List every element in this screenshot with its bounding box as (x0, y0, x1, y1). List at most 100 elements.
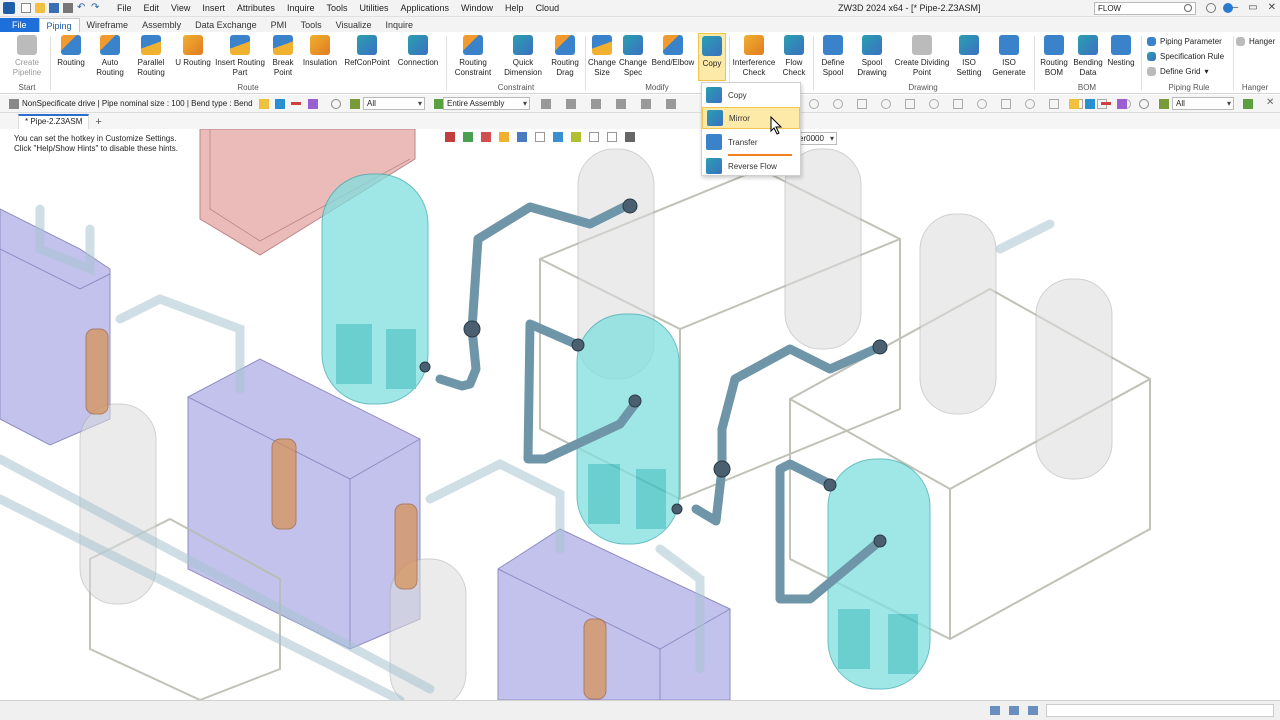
edge-icon[interactable] (953, 99, 963, 109)
ortho-icon[interactable] (857, 99, 867, 109)
section-view-icon[interactable] (553, 132, 563, 142)
layer-icon[interactable] (350, 98, 360, 109)
target-icon[interactable] (881, 99, 891, 109)
close-icon[interactable]: ✕ (1268, 2, 1276, 13)
camera-icon[interactable] (625, 132, 635, 142)
scope-right-icon[interactable] (1243, 98, 1253, 109)
document-tab[interactable]: * Pipe-2.Z3ASM (18, 114, 90, 129)
menu-help[interactable]: Help (499, 0, 530, 17)
spool-drawing-button[interactable]: Spool Drawing (853, 35, 891, 77)
quick-dimension-button[interactable]: Quick Dimension (500, 35, 546, 77)
u-routing-button[interactable]: U Routing (173, 35, 213, 68)
menu-edit[interactable]: Edit (138, 0, 166, 17)
nesting-button[interactable]: Nesting (1105, 35, 1137, 68)
redo-icon[interactable]: ↷ (91, 3, 101, 13)
tab-inquire[interactable]: Inquire (379, 18, 421, 32)
create-dividing-point-button[interactable]: Create Dividing Point (893, 35, 951, 77)
define-spool-button[interactable]: Define Spool (816, 35, 850, 77)
minus-icon[interactable] (291, 102, 301, 105)
command-input[interactable] (1046, 704, 1274, 717)
menu-applications[interactable]: Applications (395, 0, 456, 17)
create-pipeline-button[interactable]: Create Pipeline (8, 35, 46, 77)
select-icon[interactable] (275, 98, 285, 109)
filter-right-icon[interactable] (1117, 98, 1127, 109)
align-top-icon[interactable] (616, 99, 626, 109)
minimize-icon[interactable]: – (1233, 2, 1239, 13)
insert-routing-part-button[interactable]: Insert Routing Part (214, 35, 266, 77)
auto-routing-button[interactable]: Auto Routing (91, 35, 129, 77)
cube-view-icon[interactable] (517, 132, 527, 142)
tab-visualize[interactable]: Visualize (329, 18, 379, 32)
specification-rule-item[interactable]: Specification Rule (1147, 49, 1224, 64)
view-orient-icon[interactable] (445, 132, 455, 142)
menu-item-mirror[interactable]: Mirror (702, 107, 800, 129)
menu-window[interactable]: Window (455, 0, 499, 17)
break-point-button[interactable]: Break Point (268, 35, 298, 77)
minus-right-icon[interactable] (1101, 102, 1111, 105)
circle-filter-right-icon[interactable] (1139, 98, 1149, 109)
align-left-icon[interactable] (541, 99, 551, 109)
routing-bom-button[interactable]: Routing BOM (1037, 35, 1071, 77)
align-right-icon[interactable] (591, 99, 601, 109)
define-grid-item[interactable]: Define Grid ▾ (1147, 64, 1224, 79)
frame-icon[interactable] (607, 132, 617, 142)
align-center-icon[interactable] (566, 99, 576, 109)
filter-icon[interactable] (308, 98, 318, 109)
tab-data-exchange[interactable]: Data Exchange (188, 18, 264, 32)
menu-tools[interactable]: Tools (320, 0, 353, 17)
iso-setting-button[interactable]: ISO Setting (953, 35, 985, 77)
new-file-icon[interactable] (21, 3, 31, 13)
menu-item-transfer[interactable]: Transfer (702, 131, 800, 153)
tab-piping[interactable]: Piping (38, 18, 80, 32)
select-right-icon[interactable] (1085, 98, 1095, 109)
piping-parameter-item[interactable]: Piping Parameter (1147, 34, 1224, 49)
routing-drag-button[interactable]: Routing Drag (548, 35, 582, 77)
status-view-icon[interactable] (990, 706, 1000, 715)
shade-icon[interactable] (463, 132, 473, 142)
menu-item-copy[interactable]: Copy (702, 84, 800, 106)
layer-select[interactable]: er0000 (795, 132, 837, 145)
tab-wireframe[interactable]: Wireframe (80, 18, 136, 32)
tab-file[interactable]: File (0, 18, 39, 32)
snap-icon[interactable] (809, 99, 819, 109)
intersect-icon[interactable] (1049, 99, 1059, 109)
menu-view[interactable]: View (165, 0, 196, 17)
display-mode-icon[interactable] (499, 132, 509, 142)
scope-select[interactable]: Entire Assembly (443, 97, 530, 110)
bending-data-button[interactable]: Bending Data (1071, 35, 1105, 77)
app-logo-icon[interactable] (3, 2, 15, 14)
3d-viewport[interactable]: You can set the hotkey in Customize Sett… (0, 129, 1280, 700)
menu-utilities[interactable]: Utilities (353, 0, 394, 17)
menu-file[interactable]: File (111, 0, 138, 17)
bend-elbow-button[interactable]: Bend/Elbow (650, 35, 696, 68)
pick-filter-right-icon[interactable] (1069, 98, 1079, 109)
add-tab-icon[interactable]: + (95, 115, 101, 129)
menu-cloud[interactable]: Cloud (530, 0, 566, 17)
change-size-button[interactable]: Change Size (587, 35, 617, 77)
status-screen-icon[interactable] (1009, 706, 1019, 715)
box-icon[interactable] (905, 99, 915, 109)
menu-item-reverse-flow[interactable]: Reverse Flow (702, 155, 800, 177)
search-icon[interactable] (1184, 4, 1192, 12)
circle-filter-icon[interactable] (331, 98, 341, 109)
help-icon[interactable] (1223, 3, 1233, 13)
connection-button[interactable]: Connection (395, 35, 441, 68)
distribute-icon[interactable] (666, 99, 676, 109)
restore-icon[interactable]: ▭ (1248, 2, 1257, 13)
menu-insert[interactable]: Insert (196, 0, 231, 17)
flow-check-button[interactable]: Flow Check (779, 35, 809, 77)
align-bottom-icon[interactable] (641, 99, 651, 109)
save-icon[interactable] (49, 3, 59, 13)
search-input[interactable]: FLOW (1094, 2, 1196, 15)
open-folder-icon[interactable] (35, 3, 45, 13)
drag-handle-icon[interactable] (9, 98, 19, 109)
iso-generate-button[interactable]: ISO Generate (990, 35, 1028, 77)
filter-right-select[interactable]: All (1172, 97, 1234, 110)
layer-right-icon[interactable] (1159, 98, 1169, 109)
pick-filter-icon[interactable] (259, 98, 269, 109)
point-icon[interactable] (929, 99, 939, 109)
grid-icon[interactable] (833, 99, 843, 109)
filter-view-icon[interactable] (571, 132, 581, 142)
quadrant-icon[interactable] (1025, 99, 1035, 109)
close-toolbar-icon[interactable]: ✕ (1266, 97, 1274, 108)
